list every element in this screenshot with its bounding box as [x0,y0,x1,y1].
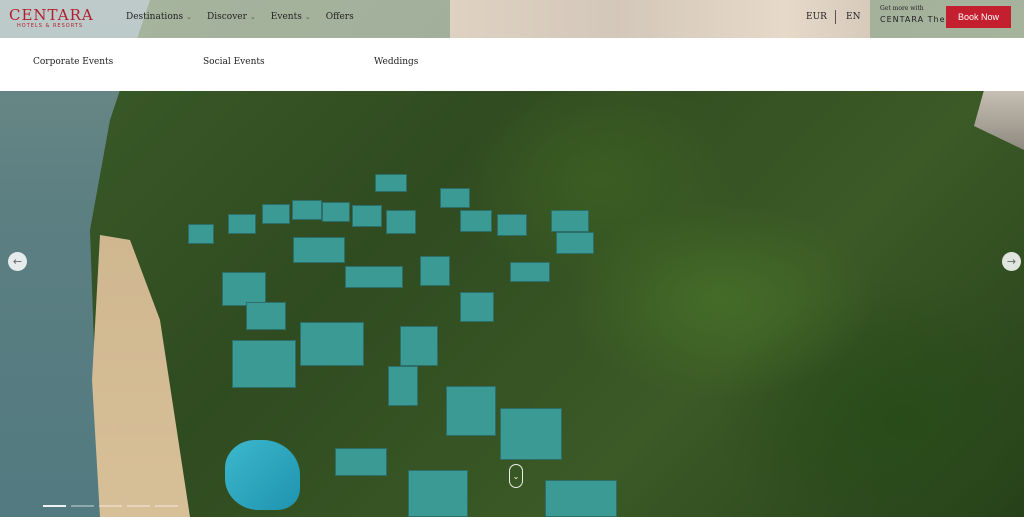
resort-building [510,262,550,282]
resort-building [556,232,594,254]
pool [225,440,300,510]
arrow-right-icon[interactable]: → [1002,252,1021,271]
header: CENTARA HOTELS & RESORTS Destinations ⌄ … [0,0,1024,38]
brand-name: CENTARA [9,6,94,24]
resort-building [420,256,450,286]
divider [835,10,836,24]
resort-building [352,205,382,227]
resort-building [232,340,296,388]
slide-dot[interactable] [155,505,178,507]
resort-building [246,302,286,330]
nav-label: Offers [325,12,354,22]
language-selector[interactable]: EN [846,12,860,22]
currency-selector[interactable]: EUR [806,12,827,22]
chevron-down-icon: ⌄ [304,13,311,21]
brand-logo[interactable]: CENTARA HOTELS & RESORTS [9,7,94,29]
resort-building [460,292,494,322]
resort-building [262,204,290,224]
arrow-left-icon[interactable]: ← [8,252,27,271]
book-now-button[interactable]: Book Now [946,6,1011,28]
chevron-down-icon: ⌄ [249,13,256,21]
resort-building [345,266,403,288]
nav-events[interactable]: Events ⌄ [271,12,311,22]
resort-building [446,386,496,436]
slide-dot[interactable] [127,505,150,507]
loyalty-prompt: Get more with [880,5,924,12]
slide-dot[interactable] [43,505,66,507]
slide-indicators [43,505,178,507]
resort-building [300,322,364,366]
resort-building [551,210,589,232]
resort-building [335,448,387,476]
resort-building [228,214,256,234]
dropdown-item-weddings[interactable]: Weddings [374,57,418,67]
loyalty-link[interactable]: Get more with CENTARA The 1 [880,5,955,24]
resort-building [460,210,492,232]
chevron-down-icon[interactable]: ⌄ [509,464,523,488]
loyalty-program: CENTARA The 1 [880,15,956,24]
resort-building [545,480,617,517]
resort-building [400,326,438,366]
resort-building [292,200,322,220]
resort-building [500,408,562,460]
resort-building [497,214,527,236]
main-nav: Destinations ⌄ Discover ⌄ Events ⌄ Offer… [126,12,354,22]
dropdown-item-corporate-events[interactable]: Corporate Events [33,57,113,67]
events-dropdown: Corporate Events Social Events Weddings [0,38,1024,91]
nav-label: Events [270,12,302,22]
nav-destinations[interactable]: Destinations ⌄ [126,12,192,22]
resort-building [388,366,418,406]
nav-label: Destinations [126,12,184,22]
resort-building [440,188,470,208]
resort-building [293,237,345,263]
resort-building [322,202,350,222]
resort-building [375,174,407,192]
dropdown-item-social-events[interactable]: Social Events [203,57,265,67]
resort-building [408,470,468,517]
brand-tagline: HOTELS & RESORTS [17,23,84,29]
nav-label: Discover [207,12,247,22]
resort-building [188,224,214,244]
nav-discover[interactable]: Discover ⌄ [207,12,256,22]
slide-dot[interactable] [99,505,122,507]
resort-building [222,272,266,306]
cliff-rock [974,90,1024,150]
resort-building [386,210,416,234]
nav-offers[interactable]: Offers [326,12,354,22]
slide-dot[interactable] [71,505,94,507]
chevron-down-icon: ⌄ [186,13,193,21]
